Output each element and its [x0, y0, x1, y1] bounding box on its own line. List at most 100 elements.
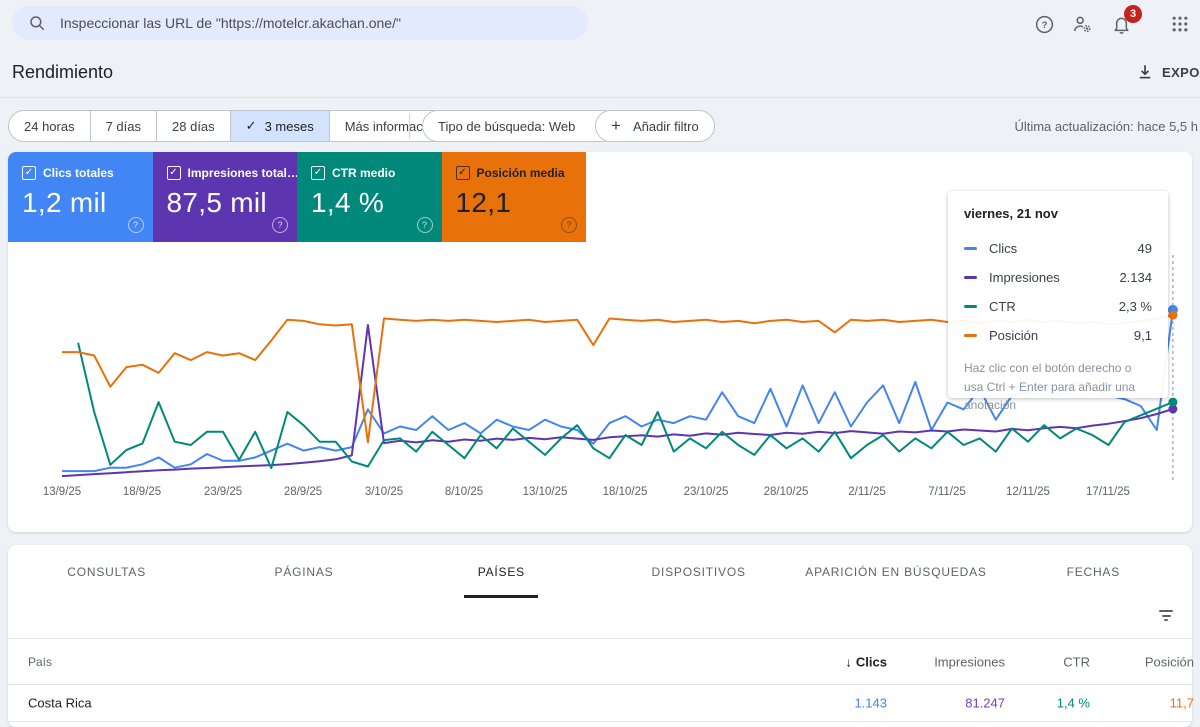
range-24h-chip[interactable]: 24 horas: [9, 111, 90, 141]
impressions-swatch-icon: [964, 276, 977, 279]
app-bar: ? 3: [0, 0, 1200, 45]
metric-value: 1,2 mil: [22, 187, 107, 218]
ctr-cell: 1,4 %: [1056, 695, 1090, 711]
metric-value: 1,4 %: [311, 187, 385, 218]
x-axis-tick: 3/10/25: [364, 486, 404, 498]
export-label: EXPORTAR: [1162, 64, 1200, 80]
metric-card-impressions[interactable]: ✓ Impresiones total… 87,5 mil ?: [152, 152, 298, 242]
hover-dot-posicion: [1168, 310, 1178, 320]
tooltip-value: 49: [1137, 241, 1152, 256]
last-updated-text: Última actualización: hace 5,5 h: [1014, 119, 1198, 134]
x-axis-tick: 28/10/25: [763, 486, 809, 498]
table-row[interactable]: Costa Rica 1.143 81.247 1,4 % 11,7: [8, 685, 1194, 721]
tooltip-label: Clics: [989, 241, 1018, 256]
check-icon: ✓: [245, 118, 257, 133]
range-7d-label: 7 días: [105, 118, 142, 134]
metric-value: 12,1: [455, 187, 512, 218]
x-axis-tick: 8/10/25: [444, 486, 484, 498]
clicks-swatch-icon: [964, 247, 977, 250]
search-type-label: Tipo de búsqueda: Web: [438, 118, 576, 134]
account-settings-button[interactable]: [1069, 11, 1095, 37]
help-button[interactable]: ?: [1031, 11, 1057, 37]
date-range-group: 24 horas 7 días 28 días ✓ 3 meses Más in…: [8, 110, 475, 142]
checked-checkbox-icon[interactable]: ✓: [22, 166, 36, 180]
tab-paginas[interactable]: PÁGINAS: [205, 545, 402, 598]
tooltip-date: viernes, 21 nov: [964, 206, 1058, 221]
tooltip-label: CTR: [989, 299, 1016, 314]
x-axis-tick: 23/10/25: [683, 486, 729, 498]
url-inspect-search[interactable]: [12, 6, 588, 40]
add-filter-chip[interactable]: + Añadir filtro: [595, 110, 715, 142]
download-icon: [1139, 65, 1151, 79]
table-toolbar: [8, 598, 1192, 638]
checked-checkbox-icon[interactable]: ✓: [455, 166, 470, 180]
tab-consultas[interactable]: CONSULTAS: [8, 545, 205, 598]
export-button[interactable]: EXPORTAR: [1136, 63, 1200, 81]
notification-badge: 3: [1124, 5, 1142, 23]
search-type-chip[interactable]: Tipo de búsqueda: Web: [422, 110, 620, 142]
tooltip-label: Posición: [989, 328, 1039, 343]
checked-checkbox-icon[interactable]: ✓: [166, 166, 181, 180]
tooltip-value: 9,1: [1133, 328, 1152, 343]
impressions-cell: 81.247: [965, 695, 1005, 711]
metric-label: Clics totales: [43, 166, 114, 180]
help-icon[interactable]: ?: [127, 217, 144, 233]
metric-card-position[interactable]: ✓ Posición media 12,1 ?: [441, 152, 586, 242]
x-axis-tick: 13/9/25: [42, 486, 82, 498]
range-28d-chip[interactable]: 28 días: [156, 111, 230, 141]
apps-grid-button[interactable]: [1167, 11, 1193, 37]
help-icon[interactable]: ?: [272, 217, 288, 233]
tooltip-row-position: Posición 9,1: [964, 321, 1152, 350]
metric-card-clicks[interactable]: ✓ Clics totales 1,2 mil ?: [8, 152, 153, 242]
range-24h-label: 24 horas: [24, 118, 75, 134]
sort-desc-icon: ↓: [845, 654, 852, 669]
header-clicks-sorted[interactable]: ↓ Clics: [845, 654, 887, 669]
checked-checkbox-icon[interactable]: ✓: [311, 166, 325, 180]
header-impressions[interactable]: Impresiones: [934, 654, 1005, 669]
plus-icon: +: [611, 116, 621, 135]
x-axis-tick: 17/11/25: [1086, 486, 1130, 498]
apps-grid-icon: [1172, 16, 1188, 32]
tab-paises[interactable]: PAÍSES: [403, 545, 600, 598]
x-axis-tick: 18/9/25: [122, 486, 162, 498]
tooltip-hint: Haz clic con el botón derecho o usa Ctrl…: [964, 361, 1136, 413]
search-input[interactable]: [58, 14, 572, 32]
svg-text:?: ?: [1041, 20, 1047, 31]
performance-chart-panel: ✓ Clics totales 1,2 mil ? ✓ Impresiones …: [8, 152, 1192, 532]
header-ctr[interactable]: CTR: [1063, 654, 1090, 669]
metric-cards: ✓ Clics totales 1,2 mil ? ✓ Impresiones …: [8, 152, 586, 242]
hover-dot-ctr: [1168, 397, 1178, 407]
range-3m-chip[interactable]: ✓ 3 meses: [229, 111, 329, 141]
header-country[interactable]: País: [28, 655, 52, 669]
dimensions-table-panel: CONSULTAS PÁGINAS PAÍSES DISPOSITIVOS AP…: [8, 545, 1194, 727]
table-filter-icon[interactable]: [1158, 610, 1174, 624]
dimension-tabs: CONSULTAS PÁGINAS PAÍSES DISPOSITIVOS AP…: [8, 545, 1192, 598]
tooltip-row-ctr: CTR 2,3 %: [964, 292, 1152, 321]
help-icon[interactable]: ?: [561, 217, 577, 233]
tab-aparicion[interactable]: APARICIÓN EN BÚSQUEDAS: [797, 545, 994, 598]
tab-dispositivos[interactable]: DISPOSITIVOS: [600, 545, 797, 598]
page-title: Rendimiento: [12, 62, 114, 82]
range-28d-label: 28 días: [172, 118, 215, 134]
metric-value: 87,5 mil: [166, 187, 267, 218]
x-axis-tick: 23/9/25: [203, 486, 243, 498]
x-axis-tick: 12/11/25: [1006, 486, 1050, 498]
tooltip-label: Impresiones: [989, 270, 1060, 285]
help-icon: ?: [1035, 15, 1053, 33]
help-icon[interactable]: ?: [416, 217, 433, 233]
metric-card-ctr[interactable]: ✓ CTR medio 1,4 % ?: [297, 152, 442, 242]
header-divider: [0, 97, 1200, 98]
chart-tooltip: viernes, 21 nov Clics 49 Impresiones 2.1…: [948, 191, 1168, 412]
notifications-button[interactable]: 3: [1108, 5, 1142, 37]
metric-label: Impresiones total…: [187, 166, 298, 180]
x-axis-tick: 2/11/25: [848, 486, 886, 498]
tooltip-value: 2.134: [1119, 270, 1152, 285]
header-clicks-label: Clics: [855, 654, 887, 669]
tooltip-row-clicks: Clics 49: [964, 234, 1152, 263]
table-header-row: País ↓ Clics Impresiones CTR Posición: [8, 639, 1194, 684]
header-position[interactable]: Posición: [1145, 654, 1194, 669]
tab-fechas[interactable]: FECHAS: [995, 545, 1192, 598]
ctr-swatch-icon: [964, 305, 977, 308]
x-axis-tick: 13/10/25: [522, 486, 568, 498]
range-7d-chip[interactable]: 7 días: [89, 111, 156, 141]
